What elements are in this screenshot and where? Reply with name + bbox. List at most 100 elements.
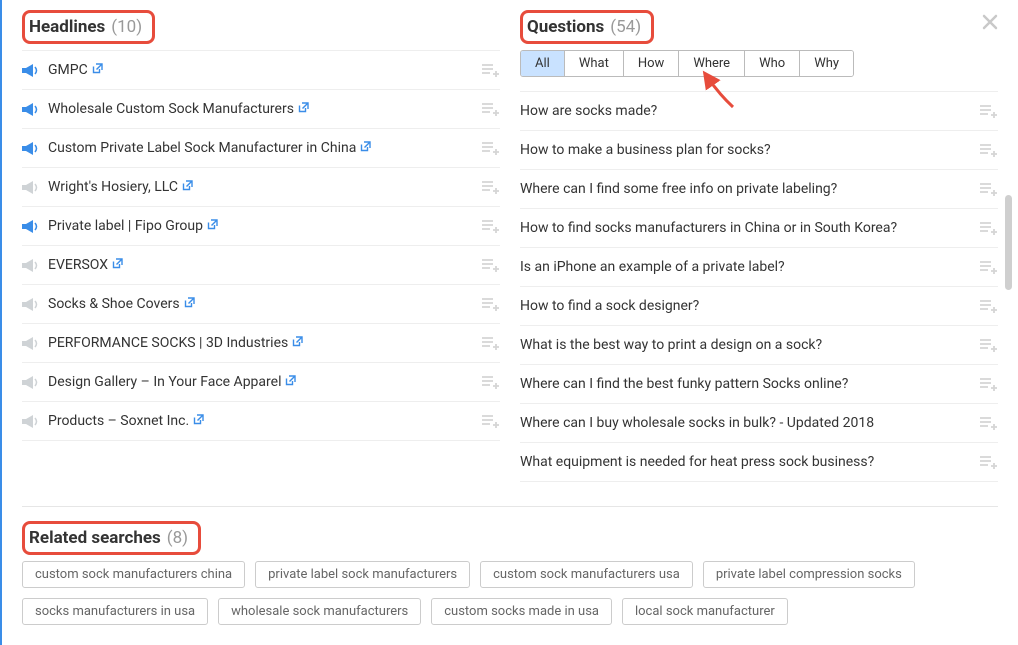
- external-link-icon[interactable]: [292, 336, 303, 347]
- question-text: How are socks made?: [520, 103, 970, 119]
- headline-item[interactable]: EVERSOX: [22, 246, 500, 285]
- add-to-list-icon[interactable]: [482, 141, 500, 155]
- external-link-icon[interactable]: [193, 414, 204, 425]
- add-to-list-icon[interactable]: [980, 299, 998, 313]
- related-search-tag[interactable]: wholesale sock manufacturers: [218, 598, 421, 625]
- question-text: What equipment is needed for heat press …: [520, 454, 970, 470]
- question-text: How to find a sock designer?: [520, 298, 970, 314]
- headlines-title: Headlines: [29, 17, 105, 37]
- add-to-list-icon[interactable]: [980, 416, 998, 430]
- filter-tab-where[interactable]: Where: [679, 51, 745, 76]
- external-link-icon[interactable]: [298, 102, 309, 113]
- headline-item[interactable]: Design Gallery – In Your Face Apparel: [22, 363, 500, 402]
- headline-text: Private label | Fipo Group: [48, 218, 472, 234]
- filter-tab-why[interactable]: Why: [800, 51, 853, 76]
- question-item[interactable]: How are socks made?: [520, 91, 998, 131]
- add-to-list-icon[interactable]: [980, 221, 998, 235]
- related-search-tag[interactable]: local sock manufacturer: [622, 598, 788, 625]
- add-to-list-icon[interactable]: [980, 260, 998, 274]
- related-search-tag[interactable]: custom sock manufacturers china: [22, 561, 245, 588]
- headline-text: Socks & Shoe Covers: [48, 296, 472, 312]
- headline-item[interactable]: Wholesale Custom Sock Manufacturers: [22, 90, 500, 129]
- questions-heading: Questions (54): [527, 17, 641, 37]
- add-to-list-icon[interactable]: [482, 102, 500, 116]
- add-to-list-icon[interactable]: [980, 377, 998, 391]
- add-to-list-icon[interactable]: [482, 219, 500, 233]
- related-title: Related searches: [29, 528, 161, 548]
- external-link-icon[interactable]: [182, 180, 193, 191]
- megaphone-icon: [22, 103, 38, 116]
- headlines-heading-highlight: Headlines (10): [22, 10, 155, 44]
- question-text: How to find socks manufacturers in China…: [520, 220, 970, 236]
- question-item[interactable]: Is an iPhone an example of a private lab…: [520, 248, 998, 287]
- headline-item[interactable]: Products – Soxnet Inc.: [22, 402, 500, 441]
- external-link-icon[interactable]: [360, 141, 371, 152]
- related-tags: custom sock manufacturers china private l…: [22, 561, 998, 625]
- headlines-list: GMPC Wholesale Custom Sock Manufacturers C…: [22, 50, 500, 488]
- add-to-list-icon[interactable]: [980, 143, 998, 157]
- add-to-list-icon[interactable]: [980, 182, 998, 196]
- headline-text: Design Gallery – In Your Face Apparel: [48, 374, 472, 390]
- question-item[interactable]: Where can I find some free info on priva…: [520, 170, 998, 209]
- add-to-list-icon[interactable]: [980, 104, 998, 118]
- external-link-icon[interactable]: [112, 258, 123, 269]
- filter-tab-who[interactable]: Who: [745, 51, 800, 76]
- headline-item[interactable]: PERFORMANCE SOCKS | 3D Industries: [22, 324, 500, 363]
- headline-text: GMPC: [48, 62, 472, 78]
- add-to-list-icon[interactable]: [482, 63, 500, 77]
- headlines-panel: Headlines (10) GMPC Wholesale Custom Sock…: [22, 10, 500, 488]
- add-to-list-icon[interactable]: [980, 338, 998, 352]
- question-item[interactable]: How to make a business plan for socks?: [520, 131, 998, 170]
- headlines-count: (10): [111, 17, 142, 37]
- questions-count: (54): [610, 17, 641, 37]
- headline-item[interactable]: Private label | Fipo Group: [22, 207, 500, 246]
- megaphone-icon: [22, 415, 38, 428]
- external-link-icon[interactable]: [92, 63, 103, 74]
- question-text: Is an iPhone an example of a private lab…: [520, 259, 970, 275]
- scrollbar-thumb[interactable]: [1005, 195, 1012, 290]
- add-to-list-icon[interactable]: [482, 375, 500, 389]
- question-text: Where can I find some free info on priva…: [520, 181, 970, 197]
- headline-item[interactable]: Wright's Hosiery, LLC: [22, 168, 500, 207]
- related-search-tag[interactable]: private label compression socks: [703, 561, 915, 588]
- megaphone-icon: [22, 142, 38, 155]
- megaphone-icon: [22, 337, 38, 350]
- related-search-tag[interactable]: socks manufacturers in usa: [22, 598, 208, 625]
- filter-tab-how[interactable]: How: [624, 51, 679, 76]
- questions-title: Questions: [527, 17, 604, 37]
- external-link-icon[interactable]: [207, 219, 218, 230]
- headline-text: EVERSOX: [48, 257, 472, 273]
- question-item[interactable]: How to find a sock designer?: [520, 287, 998, 326]
- megaphone-icon: [22, 220, 38, 233]
- headline-text: PERFORMANCE SOCKS | 3D Industries: [48, 335, 472, 351]
- external-link-icon[interactable]: [285, 375, 296, 386]
- question-item[interactable]: Where can I find the best funky pattern …: [520, 365, 998, 404]
- question-item[interactable]: What is the best way to print a design o…: [520, 326, 998, 365]
- megaphone-icon: [22, 298, 38, 311]
- related-heading-highlight: Related searches (8): [22, 521, 201, 555]
- megaphone-icon: [22, 181, 38, 194]
- add-to-list-icon[interactable]: [482, 414, 500, 428]
- question-filter-tabs: AllWhatHowWhereWhoWhy: [520, 50, 854, 77]
- question-item[interactable]: What equipment is needed for heat press …: [520, 443, 998, 482]
- related-search-tag[interactable]: custom socks made in usa: [431, 598, 612, 625]
- add-to-list-icon[interactable]: [980, 455, 998, 469]
- external-link-icon[interactable]: [184, 297, 195, 308]
- question-item[interactable]: How to find socks manufacturers in China…: [520, 209, 998, 248]
- filter-tab-all[interactable]: All: [521, 51, 565, 76]
- related-search-tag[interactable]: private label sock manufacturers: [255, 561, 470, 588]
- filter-tab-what[interactable]: What: [565, 51, 624, 76]
- headline-text: Custom Private Label Sock Manufacturer i…: [48, 140, 472, 156]
- headline-item[interactable]: Custom Private Label Sock Manufacturer i…: [22, 129, 500, 168]
- close-icon[interactable]: [982, 14, 998, 30]
- question-text: Where can I find the best funky pattern …: [520, 376, 970, 392]
- headlines-heading: Headlines (10): [29, 17, 142, 37]
- headline-item[interactable]: GMPC: [22, 50, 500, 90]
- add-to-list-icon[interactable]: [482, 336, 500, 350]
- related-search-tag[interactable]: custom sock manufacturers usa: [480, 561, 693, 588]
- add-to-list-icon[interactable]: [482, 297, 500, 311]
- headline-item[interactable]: Socks & Shoe Covers: [22, 285, 500, 324]
- question-item[interactable]: Where can I buy wholesale socks in bulk?…: [520, 404, 998, 443]
- add-to-list-icon[interactable]: [482, 180, 500, 194]
- add-to-list-icon[interactable]: [482, 258, 500, 272]
